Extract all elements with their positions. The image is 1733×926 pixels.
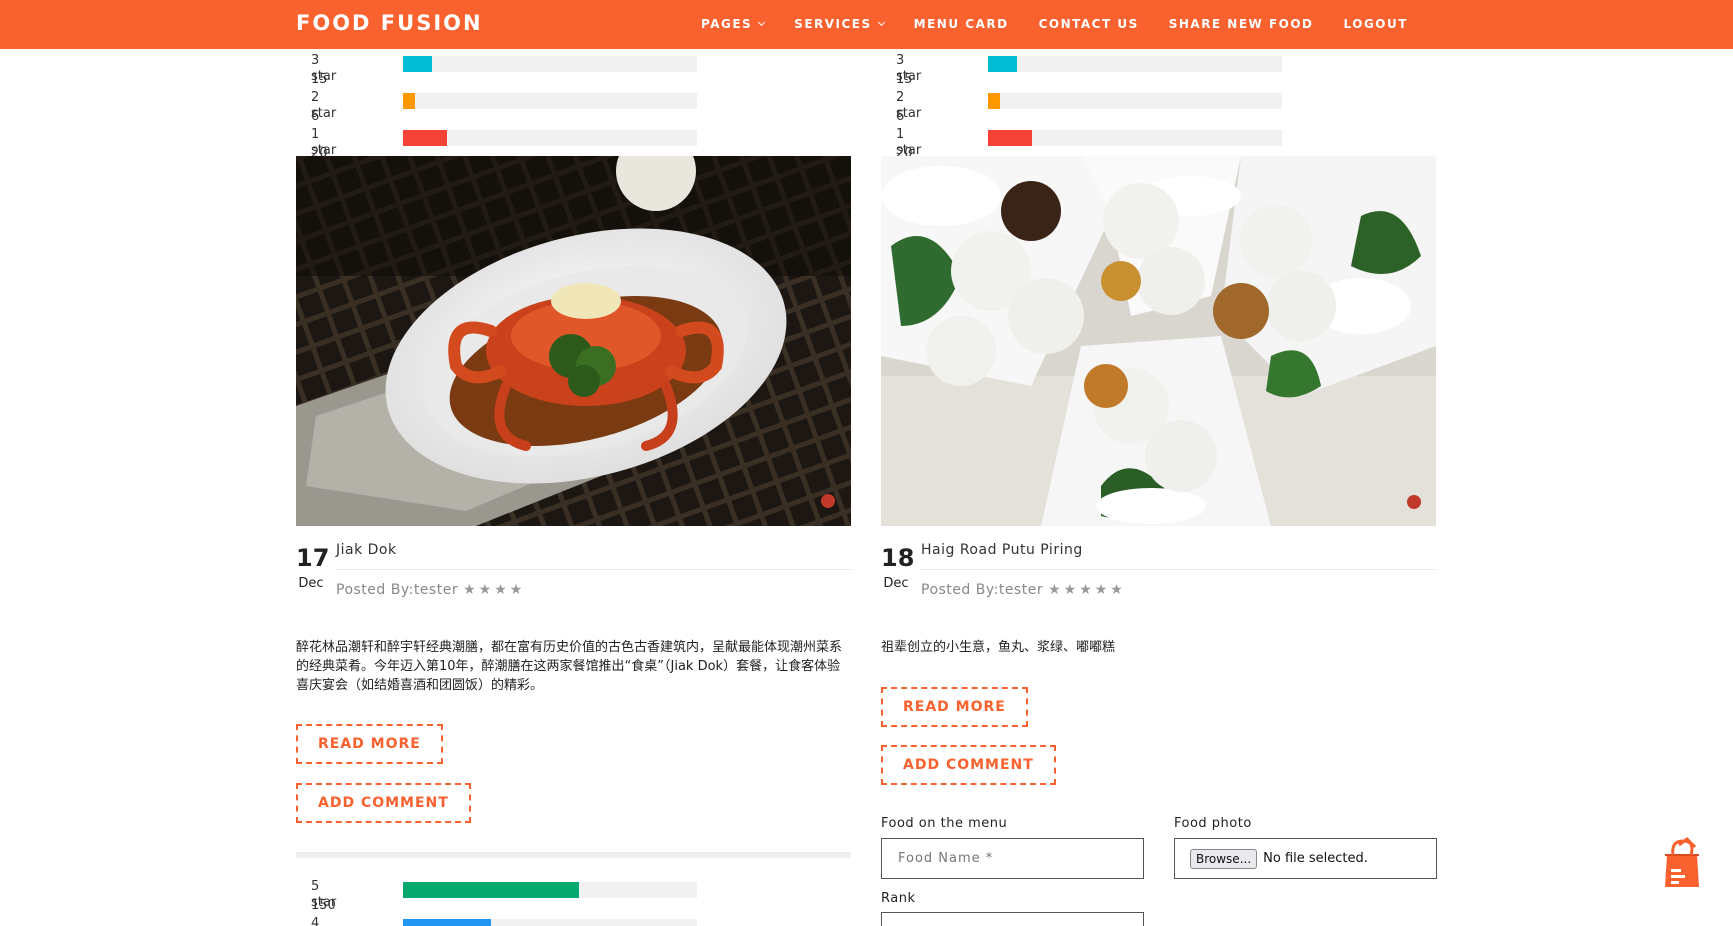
rating-bar-track — [403, 93, 697, 109]
nav-item-pages[interactable]: PAGES — [701, 17, 766, 31]
post-author: Posted By:tester — [921, 582, 1044, 598]
food-post: 18 Dec Haig Road Putu Piring Posted By:t… — [881, 156, 1436, 796]
add-comment-button[interactable]: ADD COMMENT — [881, 745, 1056, 785]
post-description: 醉花林品潮轩和醉宇轩经典潮膳，都在富有历史价值的古色古香建筑内，呈献最能体现潮州… — [296, 640, 843, 693]
browse-button[interactable]: Browse... — [1190, 848, 1258, 869]
rating-bar-fill — [403, 93, 415, 109]
post-description: 祖辈创立的小生意，鱼丸、浆绿、嘟嘟糕 — [881, 640, 1116, 655]
nav-item-share-new-food[interactable]: SHARE NEW FOOD — [1169, 17, 1314, 31]
crab-dish-photo[interactable] — [296, 156, 851, 526]
rating-bar-fill — [403, 56, 433, 72]
food-name-input[interactable] — [882, 839, 1143, 878]
star-rating: ★★★★★ — [1048, 582, 1126, 598]
nav-item-logout[interactable]: LOGOUT — [1344, 17, 1408, 31]
post-meta: Posted By:tester ★★★★★ — [921, 582, 1126, 598]
food-post: 17 Dec Jiak Dok Posted By:tester ★★★★ 醉花… — [296, 156, 851, 858]
post-day: 17 — [296, 544, 330, 572]
food-photo-field: Browse... No file selected. — [1174, 838, 1437, 879]
rating-bar-fill — [988, 56, 1018, 72]
rating-count: 6 — [311, 109, 320, 124]
rating-bar-track — [403, 882, 697, 898]
food-name-input-wrapper — [881, 838, 1144, 879]
nav-links: PAGES SERVICES MENU CARD CONTACT US SHAR… — [701, 17, 1438, 31]
post-day: 18 — [881, 544, 915, 572]
nav-item-contact-us[interactable]: CONTACT US — [1039, 17, 1139, 31]
brand-logo[interactable]: FOOD FUSION — [296, 11, 483, 35]
rating-count: 150 — [311, 898, 336, 913]
read-more-button[interactable]: READ MORE — [296, 724, 443, 764]
rank-label: Rank — [881, 891, 916, 906]
food-label: Food on the menu — [881, 816, 1008, 831]
putu-piring-photo[interactable] — [881, 156, 1436, 526]
add-comment-button[interactable]: ADD COMMENT — [296, 783, 471, 823]
rating-bar-track — [988, 130, 1282, 146]
file-status: No file selected. — [1263, 851, 1368, 866]
nav-item-services[interactable]: SERVICES — [794, 17, 885, 31]
divider — [296, 852, 851, 858]
post-title[interactable]: Jiak Dok — [336, 542, 397, 558]
divider — [336, 569, 851, 570]
star-rating: ★★★★ — [463, 582, 526, 598]
rating-bar-track — [403, 130, 697, 146]
post-title[interactable]: Haig Road Putu Piring — [921, 542, 1083, 558]
rating-bar-fill — [988, 130, 1033, 146]
post-month: Dec — [883, 576, 909, 591]
rating-bar-fill — [403, 882, 580, 898]
rating-bar-track — [988, 93, 1282, 109]
shopping-bag-icon[interactable] — [1661, 837, 1703, 889]
post-month: Dec — [298, 576, 324, 591]
chevron-down-icon — [758, 18, 766, 27]
post-meta: Posted By:tester ★★★★ — [336, 582, 525, 598]
rating-count: 15 — [311, 72, 328, 87]
chevron-down-icon — [877, 18, 885, 27]
rating-count: 6 — [896, 109, 905, 124]
read-more-button[interactable]: READ MORE — [881, 687, 1028, 727]
rating-bar-track — [403, 919, 697, 926]
rank-select[interactable] — [881, 912, 1144, 926]
divider — [921, 569, 1436, 570]
post-author: Posted By:tester — [336, 582, 459, 598]
rating-bar-fill — [403, 919, 492, 926]
rating-bar-track — [988, 56, 1282, 72]
navbar: FOOD FUSION PAGES SERVICES MENU CARD CON… — [0, 0, 1733, 49]
rating-bar-track — [403, 56, 697, 72]
nav-item-menu-card[interactable]: MENU CARD — [914, 17, 1009, 31]
rating-label: 4 star — [311, 916, 320, 926]
rating-bar-fill — [988, 93, 1000, 109]
rating-count: 15 — [896, 72, 913, 87]
rating-bar-fill — [403, 130, 448, 146]
photo-label: Food photo — [1174, 816, 1252, 831]
